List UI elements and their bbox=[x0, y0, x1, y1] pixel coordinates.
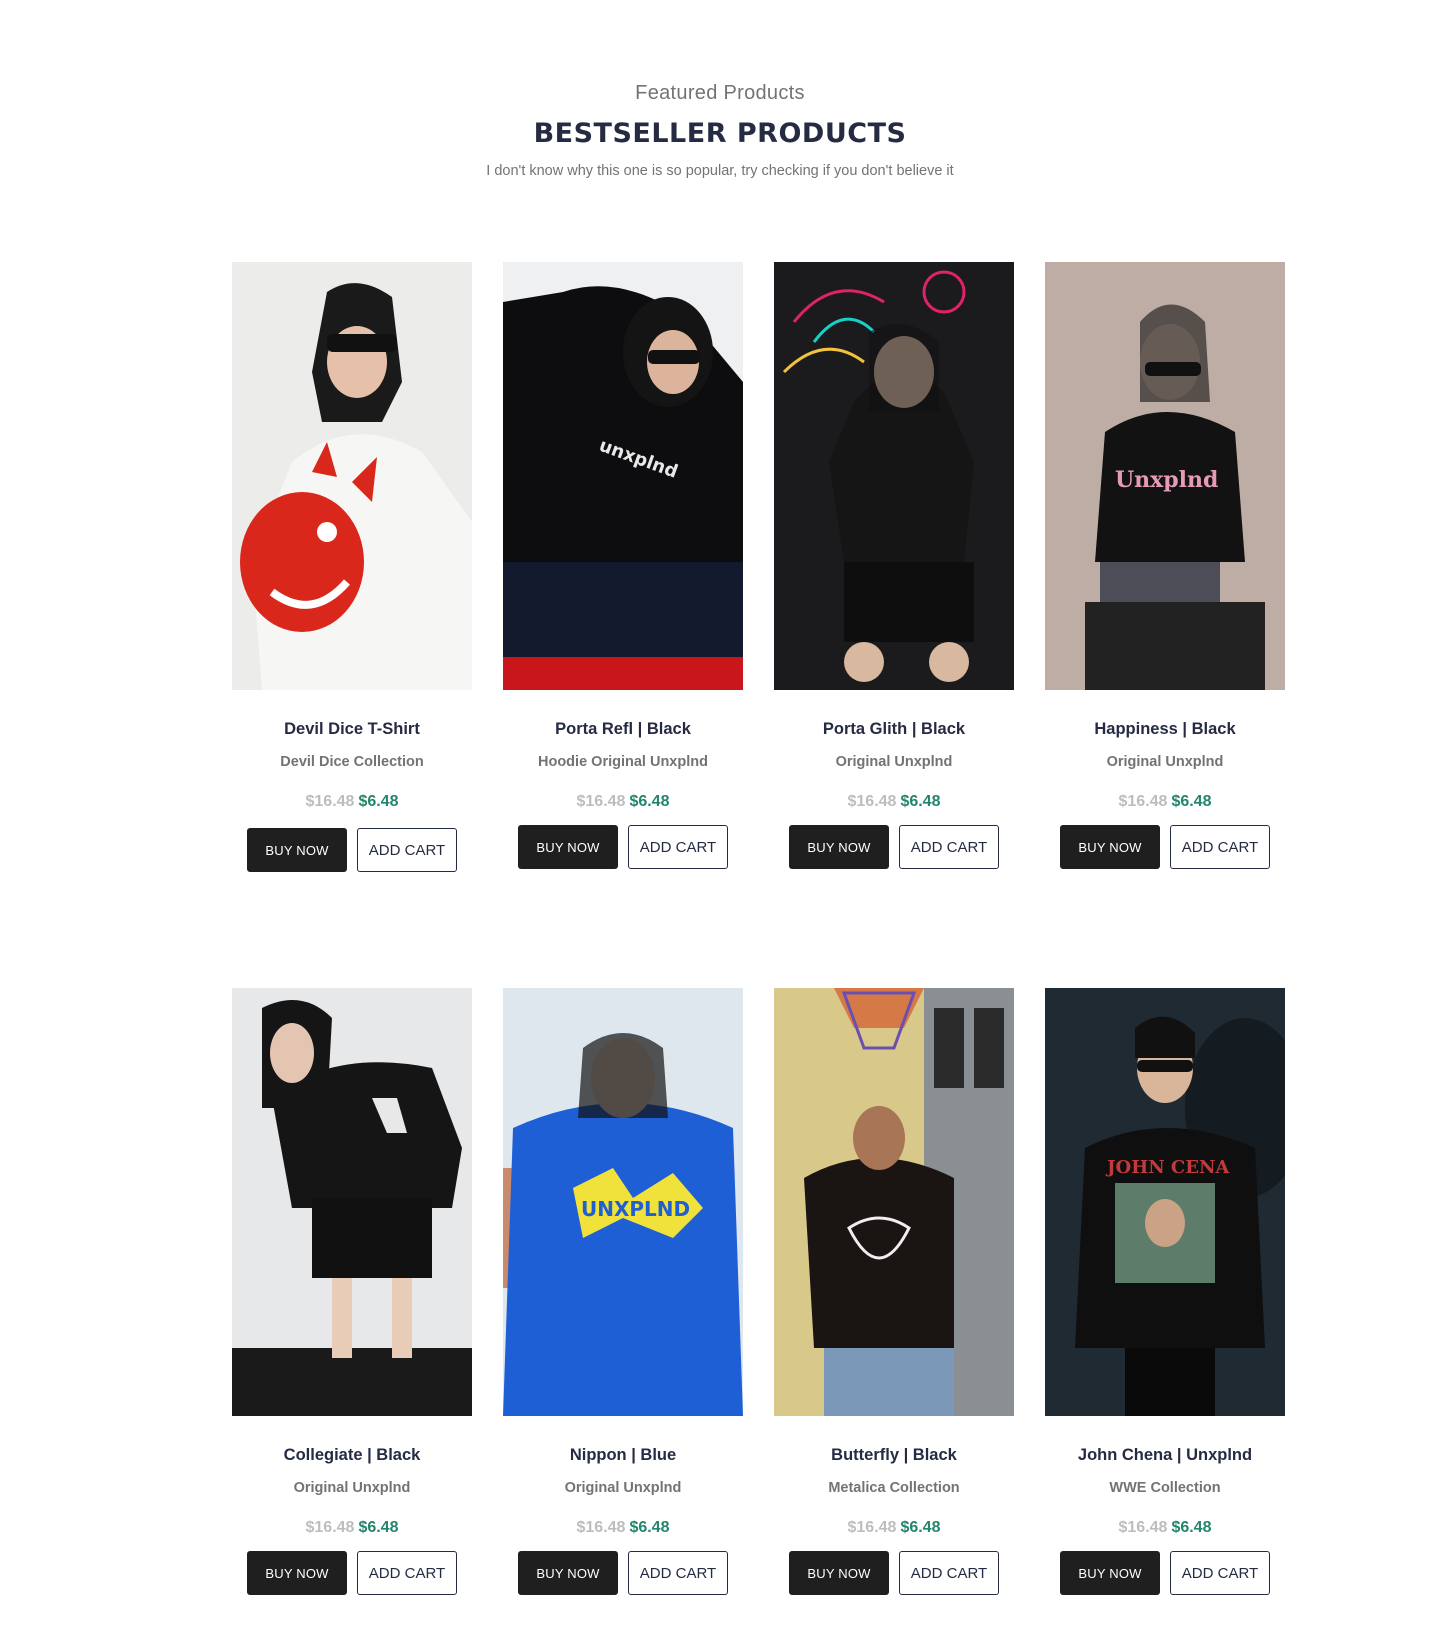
product-prices: $16.48 $6.48 bbox=[774, 793, 1014, 811]
product-collection: Original Unxplnd bbox=[564, 1480, 682, 1496]
sale-price: $6.48 bbox=[900, 793, 941, 810]
product-prices: $16.48 $6.48 bbox=[1045, 1519, 1285, 1537]
product-photo[interactable]: UNXPLND bbox=[503, 988, 743, 1416]
product-photo[interactable]: JOHN CENA bbox=[1045, 988, 1285, 1416]
old-price: $16.48 bbox=[1118, 1519, 1168, 1536]
old-price: $16.48 bbox=[1118, 793, 1168, 810]
product-photo[interactable]: Unxplnd bbox=[1045, 262, 1285, 690]
product-prices: $16.48 $6.48 bbox=[232, 1519, 472, 1537]
buy-now-button[interactable]: BUY NOW bbox=[518, 825, 618, 869]
product-card[interactable]: JOHN CENA John Chena | Unxplnd WWE Colle… bbox=[1045, 988, 1285, 1608]
sale-price: $6.48 bbox=[1171, 793, 1212, 810]
product-collection: Original Unxplnd bbox=[293, 1480, 411, 1496]
old-price: $16.48 bbox=[576, 1519, 626, 1536]
product-collection: Metalica Collection bbox=[828, 1480, 960, 1496]
buy-now-button[interactable]: BUY NOW bbox=[247, 1551, 347, 1595]
product-card[interactable]: Unxplnd Happiness | Black Original Unxpl… bbox=[1045, 262, 1285, 882]
section-subtitle: I don't know why this one is so popular,… bbox=[486, 163, 954, 179]
product-prices: $16.48 $6.48 bbox=[232, 793, 472, 811]
add-cart-button[interactable]: ADD CART bbox=[899, 825, 999, 869]
sale-price: $6.48 bbox=[629, 1519, 670, 1536]
product-prices: $16.48 $6.48 bbox=[774, 1519, 1014, 1537]
add-cart-button[interactable]: ADD CART bbox=[628, 825, 728, 869]
sale-price: $6.48 bbox=[358, 1519, 399, 1536]
sale-price: $6.48 bbox=[629, 793, 670, 810]
product-row: Devil Dice T-Shirt Devil Dice Collection… bbox=[232, 262, 1288, 988]
buy-now-button[interactable]: BUY NOW bbox=[247, 828, 347, 872]
product-card[interactable]: Porta Glith | Black Original Unxplnd $16… bbox=[774, 262, 1014, 882]
buy-now-button[interactable]: BUY NOW bbox=[1060, 825, 1160, 869]
product-name[interactable]: Collegiate | Black bbox=[212, 1446, 492, 1465]
old-price: $16.48 bbox=[847, 1519, 897, 1536]
product-collection: WWE Collection bbox=[1109, 1480, 1221, 1496]
buy-now-button[interactable]: BUY NOW bbox=[1060, 1551, 1160, 1595]
product-name[interactable]: Butterfly | Black bbox=[754, 1446, 1034, 1465]
product-photo[interactable] bbox=[774, 988, 1014, 1416]
add-cart-button[interactable]: ADD CART bbox=[1170, 1551, 1270, 1595]
add-cart-button[interactable]: ADD CART bbox=[357, 828, 457, 872]
product-prices: $16.48 $6.48 bbox=[503, 1519, 743, 1537]
sale-price: $6.48 bbox=[358, 793, 399, 810]
section-eyebrow: Featured Products bbox=[635, 82, 805, 104]
old-price: $16.48 bbox=[847, 793, 897, 810]
buy-now-button[interactable]: BUY NOW bbox=[789, 825, 889, 869]
product-card[interactable]: Devil Dice T-Shirt Devil Dice Collection… bbox=[232, 262, 472, 882]
product-photo[interactable] bbox=[774, 262, 1014, 690]
product-grid: Devil Dice T-Shirt Devil Dice Collection… bbox=[232, 262, 1288, 1652]
add-cart-button[interactable]: ADD CART bbox=[899, 1551, 999, 1595]
product-card[interactable]: unxplnd Porta Refl | Black Hoodie Origin… bbox=[503, 262, 743, 882]
product-name[interactable]: Porta Glith | Black bbox=[754, 720, 1034, 739]
product-photo[interactable]: unxplnd bbox=[503, 262, 743, 690]
product-collection: Devil Dice Collection bbox=[280, 754, 424, 770]
svg-text:UNXPLND: UNXPLND bbox=[581, 1197, 690, 1221]
product-name[interactable]: Happiness | Black bbox=[1025, 720, 1305, 739]
product-photo[interactable] bbox=[232, 988, 472, 1416]
old-price: $16.48 bbox=[576, 793, 626, 810]
old-price: $16.48 bbox=[305, 793, 355, 810]
product-card[interactable]: Collegiate | Black Original Unxplnd $16.… bbox=[232, 988, 472, 1608]
svg-text:Unxplnd: Unxplnd bbox=[1115, 467, 1218, 493]
old-price: $16.48 bbox=[305, 1519, 355, 1536]
add-cart-button[interactable]: ADD CART bbox=[628, 1551, 728, 1595]
product-name[interactable]: Devil Dice T-Shirt bbox=[212, 720, 492, 739]
add-cart-button[interactable]: ADD CART bbox=[1170, 825, 1270, 869]
product-collection: Original Unxplnd bbox=[835, 754, 953, 770]
product-collection: Original Unxplnd bbox=[1106, 754, 1224, 770]
product-row: Collegiate | Black Original Unxplnd $16.… bbox=[232, 988, 1288, 1652]
section-title: BESTSELLER PRODUCTS bbox=[533, 118, 907, 149]
product-name[interactable]: Nippon | Blue bbox=[483, 1446, 763, 1465]
product-card[interactable]: Butterfly | Black Metalica Collection $1… bbox=[774, 988, 1014, 1608]
add-cart-button[interactable]: ADD CART bbox=[357, 1551, 457, 1595]
sale-price: $6.48 bbox=[1171, 1519, 1212, 1536]
svg-text:JOHN CENA: JOHN CENA bbox=[1105, 1157, 1230, 1178]
product-prices: $16.48 $6.48 bbox=[1045, 793, 1285, 811]
product-name[interactable]: Porta Refl | Black bbox=[483, 720, 763, 739]
product-card[interactable]: UNXPLND Nippon | Blue Original Unxplnd $… bbox=[503, 988, 743, 1608]
buy-now-button[interactable]: BUY NOW bbox=[518, 1551, 618, 1595]
product-photo[interactable] bbox=[232, 262, 472, 690]
buy-now-button[interactable]: BUY NOW bbox=[789, 1551, 889, 1595]
product-prices: $16.48 $6.48 bbox=[503, 793, 743, 811]
product-collection: Hoodie Original Unxplnd bbox=[538, 754, 708, 770]
sale-price: $6.48 bbox=[900, 1519, 941, 1536]
product-name[interactable]: John Chena | Unxplnd bbox=[1025, 1446, 1305, 1465]
